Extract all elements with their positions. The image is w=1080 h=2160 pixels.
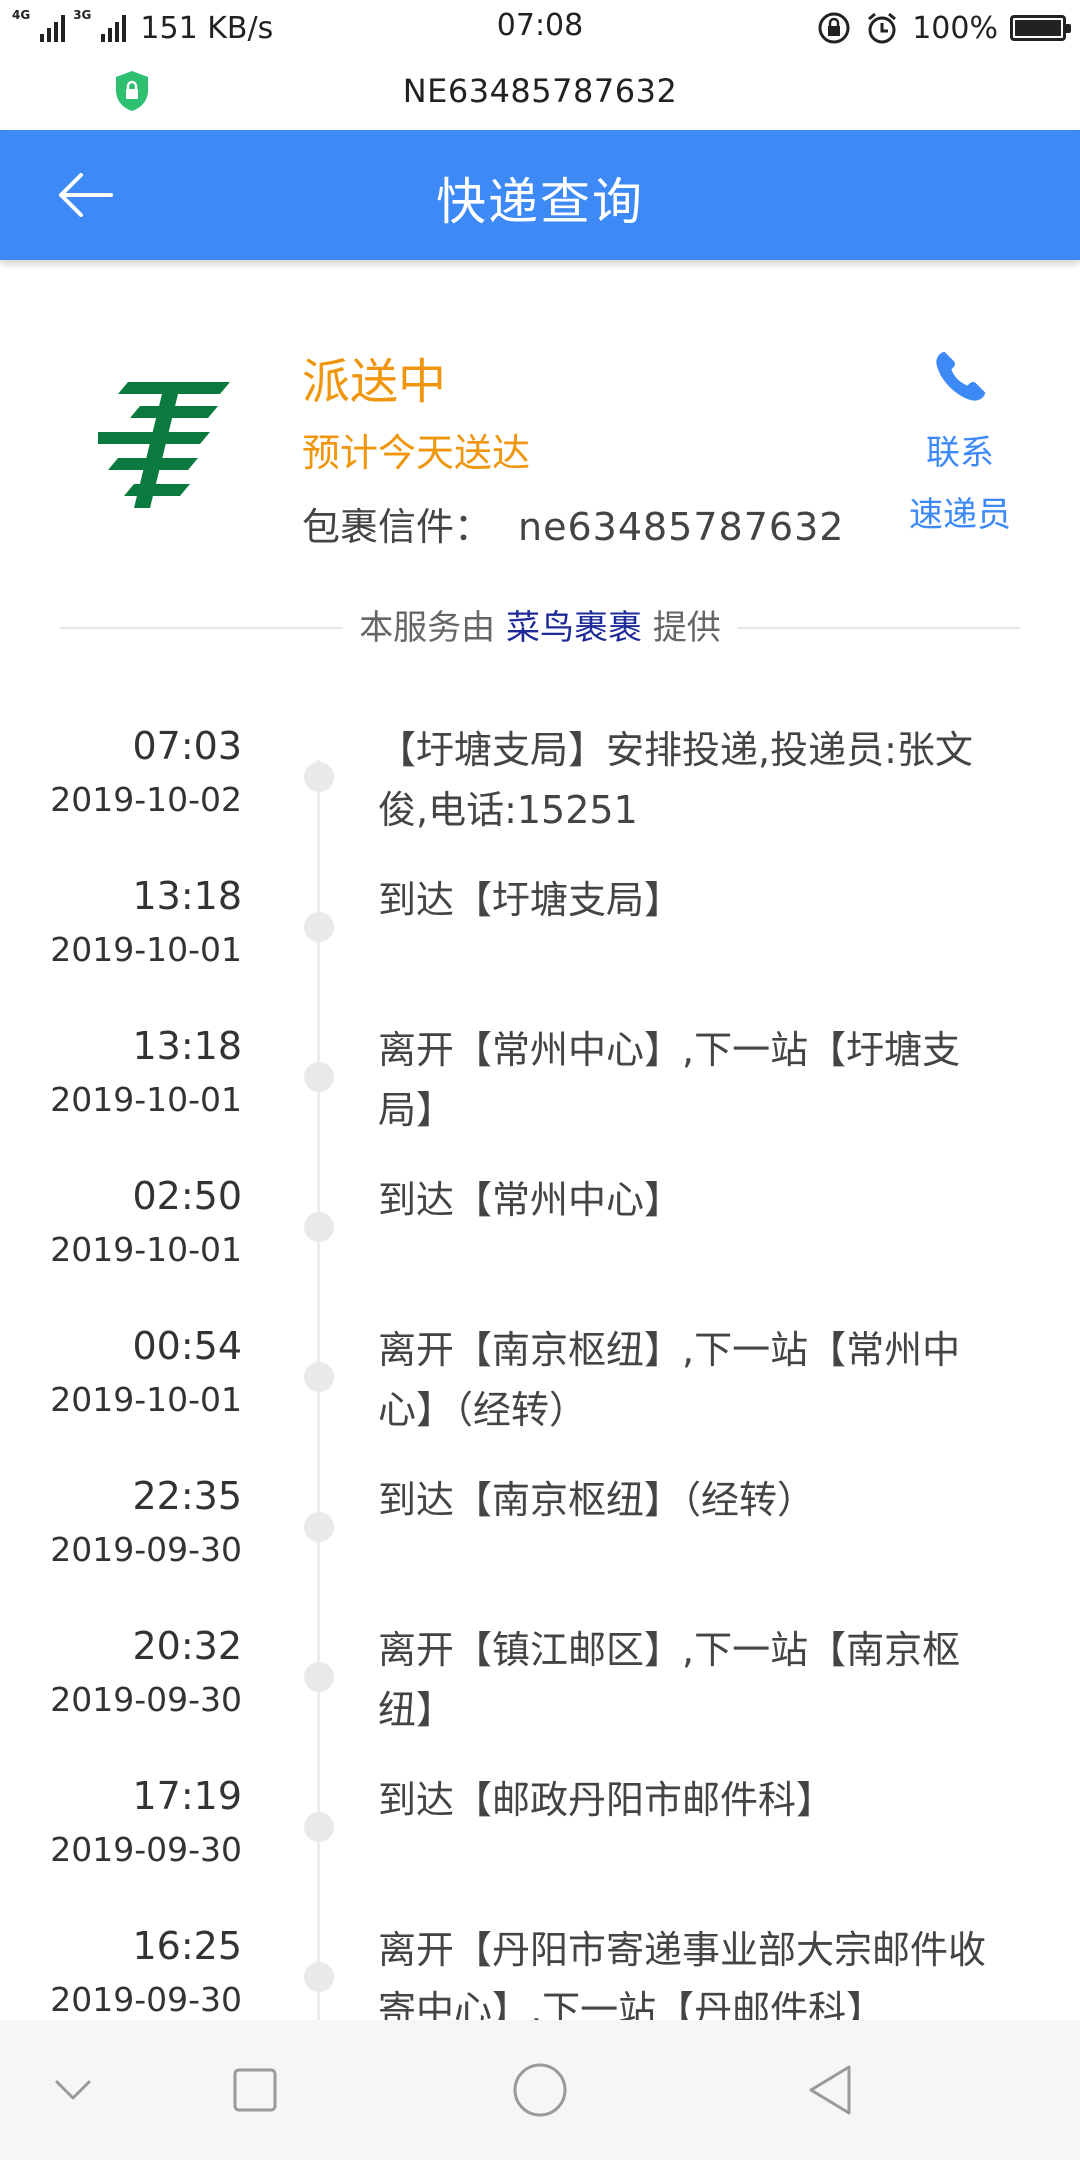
page-title: 快递查询: [436, 173, 644, 231]
event-date: 2019-10-01: [50, 1230, 242, 1269]
parcel-number-line: 包裹信件： ne63485787632: [302, 496, 844, 551]
system-nav-bar: [0, 2020, 1080, 2160]
provider-text: 本服务由 菜鸟裹裹 提供: [343, 600, 737, 649]
square-icon: [233, 2068, 277, 2112]
alarm-icon: [868, 12, 897, 44]
provider-note: 本服务由 菜鸟裹裹 提供: [60, 600, 1020, 650]
parcel-number: ne63485787632: [518, 505, 845, 549]
status-bar: 4G 3G 151 KB/s 07:08 100%: [0, 0, 1080, 54]
timeline-dot: [304, 1662, 334, 1692]
delivery-summary: 派送中 预计今天送达 包裹信件： ne63485787632 联系 速递员: [0, 260, 1080, 580]
back-nav-button[interactable]: [795, 2055, 865, 2125]
timeline-dot: [304, 1362, 334, 1392]
timeline-dot: [304, 1212, 334, 1242]
event-time: 02:50: [132, 1174, 242, 1218]
contact-label-2: 速递员: [909, 495, 1011, 535]
event-description: 离开【常州中心】,下一站【圩塘支局】: [378, 1028, 961, 1132]
timeline-dot: [304, 1062, 334, 1092]
provider-brand-link[interactable]: 菜鸟裹裹: [506, 608, 642, 648]
event-time: 13:18: [132, 1024, 242, 1068]
hide-nav-button[interactable]: [38, 2055, 108, 2125]
contact-label-1: 联系: [926, 433, 994, 473]
timeline-dot: [304, 1512, 334, 1542]
event-time: 13:18: [132, 874, 242, 918]
timeline-item: 00:54 2019-10-01 离开【南京枢纽】,下一站【常州中心】（经转）: [0, 1300, 1080, 1450]
timeline-item: 17:19 2019-09-30 到达【邮政丹阳市邮件科】: [0, 1750, 1080, 1900]
event-time: 16:25: [132, 1924, 242, 1968]
event-time: 22:35: [132, 1474, 242, 1518]
recent-apps-button[interactable]: [220, 2055, 290, 2125]
circle-icon: [513, 2063, 567, 2117]
event-date: 2019-09-30: [50, 1530, 242, 1569]
chevron-down-icon: [55, 2080, 91, 2100]
battery-icon: [1010, 15, 1071, 41]
event-description: 到达【南京枢纽】（经转）: [378, 1478, 816, 1522]
event-date: 2019-09-30: [50, 1980, 242, 2019]
event-description: 到达【圩塘支局】: [378, 878, 683, 922]
rotation-lock-icon: [818, 12, 850, 44]
event-description: 到达【邮政丹阳市邮件科】: [378, 1778, 835, 1822]
timeline-item: 16:25 2019-09-30 离开【丹阳市寄递事业部大宗邮件收寄中心】,下一…: [0, 1900, 1080, 2020]
event-description: 离开【镇江邮区】,下一站【南京枢纽】: [378, 1628, 961, 1732]
timeline-dot: [304, 1812, 334, 1842]
event-time: 07:03: [132, 724, 242, 768]
event-date: 2019-09-30: [50, 1680, 242, 1719]
delivery-status: 派送中: [302, 354, 447, 410]
event-date: 2019-10-02: [50, 780, 242, 819]
timeline-dot: [304, 912, 334, 942]
url-text[interactable]: NE63485787632: [0, 72, 1080, 110]
timeline-item: 13:18 2019-10-01 离开【常州中心】,下一站【圩塘支局】: [0, 1000, 1080, 1150]
triangle-back-icon: [809, 2065, 851, 2115]
event-date: 2019-10-01: [50, 1380, 242, 1419]
event-description: 【圩塘支局】安排投递,投递员:张文俊,电话:15251: [378, 728, 973, 832]
url-bar[interactable]: NE63485787632: [0, 54, 1080, 130]
event-date: 2019-09-30: [50, 1830, 242, 1869]
timeline-item: 22:35 2019-09-30 到达【南京枢纽】（经转）: [0, 1450, 1080, 1600]
provider-suffix: 提供: [652, 608, 721, 648]
battery-percent: 100%: [912, 10, 998, 46]
home-button[interactable]: [505, 2055, 575, 2125]
timeline-item: 02:50 2019-10-01 到达【常州中心】: [0, 1150, 1080, 1300]
parcel-label: 包裹信件：: [302, 505, 493, 549]
event-description: 离开【丹阳市寄递事业部大宗邮件收寄中心】,下一站【丹邮件科】: [378, 1928, 987, 2020]
event-date: 2019-10-01: [50, 930, 242, 969]
event-time: 17:19: [132, 1774, 242, 1818]
event-description: 离开【南京枢纽】,下一站【常州中心】（经转）: [378, 1328, 961, 1432]
event-description: 到达【常州中心】: [378, 1178, 683, 1222]
app-header: 快递查询: [0, 130, 1080, 260]
event-time: 20:32: [132, 1624, 242, 1668]
timeline-dot: [304, 1962, 334, 1992]
timeline-item: 07:03 2019-10-02 【圩塘支局】安排投递,投递员:张文俊,电话:1…: [0, 700, 1080, 850]
timeline-item: 13:18 2019-10-01 到达【圩塘支局】: [0, 850, 1080, 1000]
timeline-dot: [304, 762, 334, 792]
contact-courier-button[interactable]: 联系 速递员: [890, 346, 1030, 546]
provider-prefix: 本服务由: [359, 608, 496, 648]
china-post-logo: [98, 382, 230, 508]
tracking-timeline: 07:03 2019-10-02 【圩塘支局】安排投递,投递员:张文俊,电话:1…: [0, 700, 1080, 2020]
event-date: 2019-10-01: [50, 1080, 242, 1119]
timeline-item: 20:32 2019-09-30 离开【镇江邮区】,下一站【南京枢纽】: [0, 1600, 1080, 1750]
phone-icon: [936, 351, 986, 401]
delivery-estimate: 预计今天送达: [302, 431, 531, 475]
status-right: 100%: [816, 8, 1071, 48]
event-time: 00:54: [132, 1324, 242, 1368]
